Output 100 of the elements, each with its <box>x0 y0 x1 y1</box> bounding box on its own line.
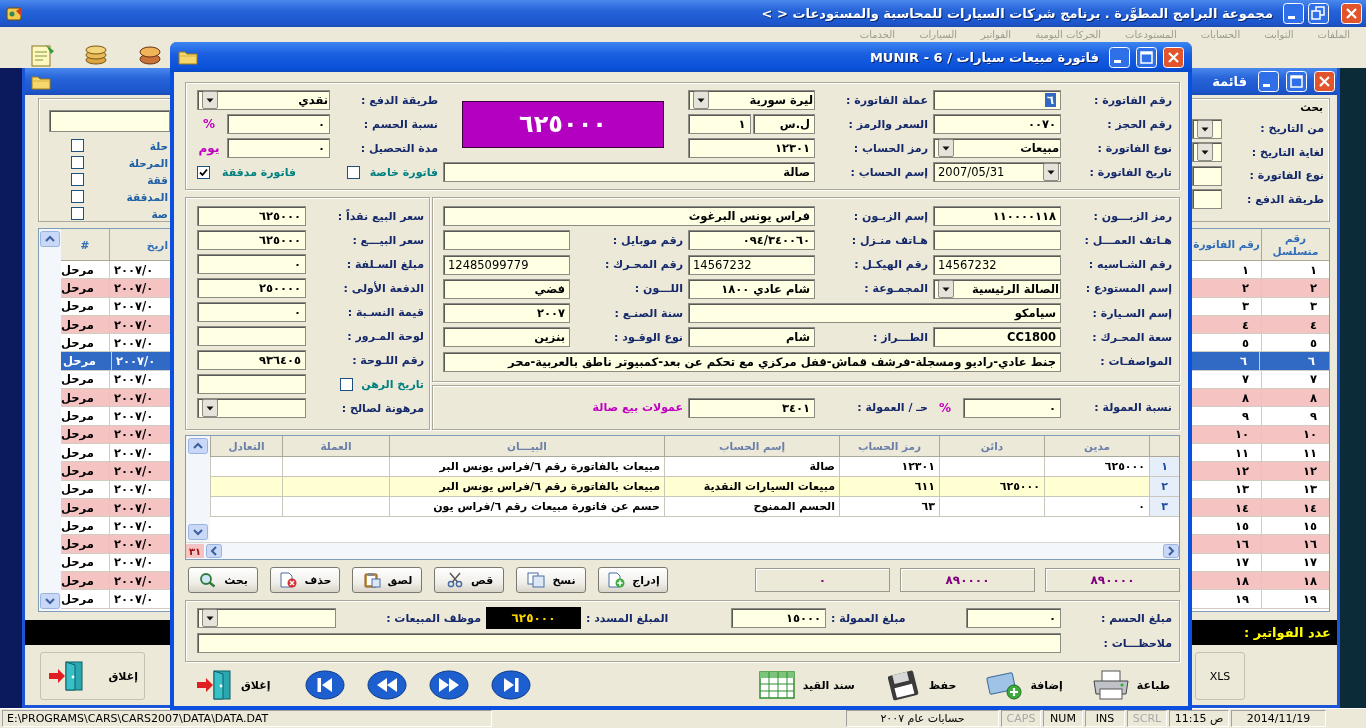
input-field[interactable]: ٩٣٦٤٠٥ <box>197 350 306 370</box>
restore-button[interactable] <box>1308 3 1329 24</box>
chevron-down-icon[interactable] <box>40 593 60 609</box>
dropdown-field[interactable] <box>1192 118 1222 139</box>
dropdown-field[interactable]: مبيعات <box>933 138 1061 158</box>
copy-button[interactable]: نسخ <box>516 567 586 593</box>
export-button[interactable]: XLS <box>1195 652 1245 700</box>
input-field[interactable]: فضي <box>443 278 570 299</box>
checkbox[interactable] <box>71 190 84 203</box>
table-row[interactable]: ١٥ ١٥ <box>1192 517 1329 536</box>
table-row[interactable]: ١٦ ١٦ <box>1192 535 1329 554</box>
minimize-button[interactable] <box>1283 3 1304 24</box>
paste-button[interactable]: لصق <box>352 567 422 593</box>
input-field[interactable]: ٦٢٥٠٠٠ <box>197 206 306 226</box>
caret-icon[interactable] <box>938 139 954 157</box>
input-field[interactable]: ١٥٠٠٠ <box>731 608 826 628</box>
table-row[interactable]: مرحل ٢٠٠٧/٠ <box>61 261 170 280</box>
row-header[interactable]: ٢ <box>1149 477 1179 497</box>
table-row[interactable]: مرحل ٢٠٠٧/٠ <box>61 572 170 591</box>
column-header[interactable]: رقم الفاتورة <box>1192 229 1261 260</box>
caret-icon[interactable] <box>1197 143 1213 161</box>
input-field[interactable]: صالة <box>443 162 815 182</box>
input-field[interactable] <box>1192 189 1222 209</box>
table-row[interactable]: ١ ١ <box>1192 261 1329 280</box>
dropdown-field[interactable]: نقدي <box>197 90 330 110</box>
cut-button[interactable]: قص <box>434 567 504 593</box>
input-field[interactable] <box>933 230 1061 251</box>
checkbox[interactable] <box>197 165 210 179</box>
row-header[interactable]: ٣ <box>1149 497 1179 517</box>
table-row[interactable]: مرحل ٢٠٠٧/٠ <box>61 279 170 298</box>
checkbox[interactable] <box>346 165 360 179</box>
caret-icon[interactable] <box>693 91 709 109</box>
print-button[interactable]: طباعة <box>1090 669 1170 701</box>
table-row[interactable]: ١٩ ١٩ <box>1192 590 1329 609</box>
table-row[interactable]: مرحل ٢٠٠٧/٠ <box>61 334 170 353</box>
table-row[interactable]: ٩ ٩ <box>1192 407 1329 426</box>
date-picker[interactable]: 2007/05/31 <box>933 162 1061 182</box>
dropdown-field[interactable] <box>197 608 336 628</box>
maximize-button[interactable] <box>1286 71 1307 92</box>
caret-icon[interactable] <box>1197 119 1213 138</box>
input-field[interactable]: سيامكو <box>688 303 1061 324</box>
caret-icon[interactable] <box>202 91 218 109</box>
chevron-up-icon[interactable] <box>188 438 208 454</box>
journal-button[interactable]: سند القيد <box>756 669 855 701</box>
input-field[interactable]: فراس يونس البرغوث <box>443 206 815 226</box>
table-row[interactable]: ٦ ٦ <box>1192 352 1329 371</box>
close-button[interactable]: إغلاق <box>40 652 145 700</box>
last-record-button[interactable] <box>491 670 532 700</box>
input-field[interactable]: جنط عادي-راديو ومسجلة-فرشف قماش-قفل مركزي مع تحكم عن بعد-كمبيوتر ناطق بالعربية-محر <box>443 351 1061 372</box>
add-button[interactable]: إضافة <box>984 669 1063 701</box>
input-field[interactable]: شام عادي ١٨٠٠ <box>688 278 815 299</box>
input-field[interactable]: ٢٥٠٠٠٠ <box>197 278 306 298</box>
chevron-left-icon[interactable] <box>206 544 223 558</box>
dropdown-field[interactable] <box>1192 142 1222 162</box>
input-field[interactable]: ل.س <box>752 114 815 134</box>
table-row[interactable]: مرحل ٢٠٠٧/٠ <box>61 517 170 536</box>
input-field[interactable]: CC1800 <box>933 327 1061 348</box>
input-field[interactable]: ٢٠٠٧ <box>443 303 570 324</box>
filter-field[interactable] <box>49 110 170 132</box>
input-field[interactable]: بنزين <box>443 327 570 348</box>
input-field[interactable]: ٠٩٤/٣٤٠٠٦٠ <box>688 230 815 251</box>
table-row[interactable]: مرحل ٢٠٠٧/٠ <box>61 462 170 481</box>
caret-icon[interactable] <box>938 279 954 298</box>
chevron-down-icon[interactable] <box>188 524 208 540</box>
previous-record-button[interactable] <box>367 670 408 700</box>
table-row[interactable]: ٥ ٥ <box>1192 334 1329 353</box>
input-field[interactable]: ٣٤٠١ <box>688 397 815 418</box>
checkbox[interactable] <box>71 173 84 186</box>
next-record-button[interactable] <box>429 670 470 700</box>
column-header[interactable]: # <box>61 229 110 260</box>
minimize-button[interactable] <box>1258 71 1279 92</box>
vertical-scrollbar[interactable] <box>186 436 210 542</box>
input-field[interactable]: ١ <box>688 114 751 134</box>
input-field[interactable]: ١٢٣٠١ <box>688 138 815 158</box>
window-close-button[interactable] <box>1341 3 1362 24</box>
input-field[interactable]: 14567232 <box>688 254 815 275</box>
input-field[interactable]: ٠ <box>227 138 330 158</box>
date-field[interactable] <box>197 374 306 394</box>
delete-button[interactable]: حذف <box>270 567 340 593</box>
dropdown-field[interactable]: ليرة سورية <box>688 90 815 110</box>
caret-icon[interactable] <box>202 609 218 627</box>
table-row[interactable]: مرحل ٢٠٠٧/٠ <box>61 535 170 554</box>
input-field[interactable] <box>1192 165 1222 186</box>
checkbox[interactable] <box>71 156 84 169</box>
vertical-scrollbar[interactable] <box>39 229 61 611</box>
input-field[interactable] <box>197 326 306 346</box>
horizontal-scrollbar[interactable]: ٣١ <box>186 542 1179 559</box>
search-button[interactable]: بحث <box>188 567 258 593</box>
input-field[interactable]: ٠ <box>227 114 330 134</box>
table-row[interactable]: ١٢ ١٢ <box>1192 462 1329 481</box>
notes-field[interactable] <box>197 633 1061 653</box>
input-field[interactable] <box>443 230 570 251</box>
checkbox[interactable] <box>71 207 84 220</box>
input-field[interactable]: ٠٠٧٠ <box>933 114 1061 134</box>
column-header[interactable]: اريخ <box>110 229 170 260</box>
table-row[interactable]: مرحل ٢٠٠٧/٠ <box>61 389 170 408</box>
table-row[interactable]: ٢ ٢ <box>1192 279 1329 298</box>
column-header[interactable]: رقم متسلسل <box>1261 229 1329 260</box>
checkbox[interactable] <box>71 139 84 152</box>
save-button[interactable]: حفظ <box>882 669 957 701</box>
